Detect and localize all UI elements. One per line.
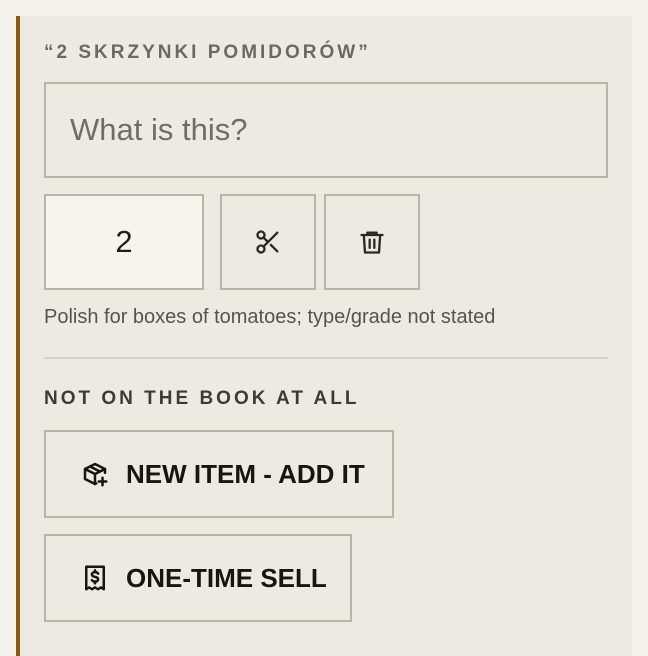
one-time-sell-button[interactable]: ONE-TIME SELL (44, 534, 352, 622)
line-item-card: “2 SKRZYNKI POMIDORÓW” Polish for box (16, 16, 632, 656)
new-item-label: NEW ITEM - ADD IT (126, 458, 365, 489)
delete-button[interactable] (324, 194, 420, 290)
original-text-quote: “2 SKRZYNKI POMIDORÓW” (44, 42, 371, 63)
what-is-this-input[interactable] (44, 82, 608, 178)
item-note: Polish for boxes of tomatoes; type/grade… (44, 306, 496, 328)
new-item-button[interactable]: NEW ITEM - ADD IT (44, 430, 394, 518)
one-time-sell-label: ONE-TIME SELL (126, 562, 327, 593)
receipt-dollar-icon (80, 563, 110, 593)
quantity-input[interactable] (44, 194, 204, 290)
split-button[interactable] (220, 194, 316, 290)
section-title: NOT ON THE BOOK AT ALL (44, 388, 360, 409)
section-divider (44, 357, 608, 359)
trash-icon (358, 228, 386, 256)
scissors-icon (254, 228, 282, 256)
package-plus-icon (80, 459, 110, 489)
